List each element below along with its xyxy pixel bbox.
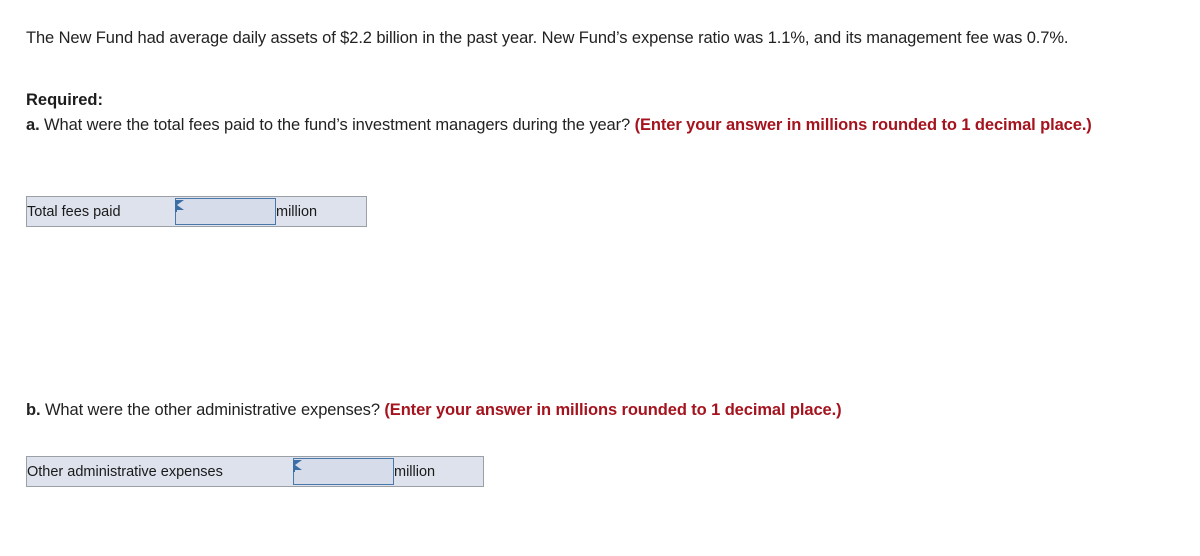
problem-statement: The New Fund had average daily assets of… <box>26 28 1069 47</box>
question-a-hint: (Enter your answer in millions rounded t… <box>634 116 1092 134</box>
problem-page: The New Fund had average daily assets of… <box>0 0 1200 556</box>
answer-table-other-administrative-expenses: Other administrative expenses million <box>26 456 484 487</box>
answer-unit-label-million: million <box>276 196 367 227</box>
table-row: Total fees paid million <box>26 196 367 227</box>
answer-unit-label-million: million <box>394 456 484 487</box>
answer-table-total-fees-paid: Total fees paid million <box>26 196 367 227</box>
input-wrapper <box>293 458 394 485</box>
question-a-letter: a. <box>26 116 40 134</box>
answer-row-label-other-administrative-expenses: Other administrative expenses <box>26 456 293 487</box>
answer-row-label-total-fees-paid: Total fees paid <box>26 196 175 227</box>
question-a: a. What were the total fees paid to the … <box>26 113 1186 138</box>
total-fees-paid-input[interactable] <box>175 198 276 225</box>
question-b: b. What were the other administrative ex… <box>26 398 1186 423</box>
question-b-hint: (Enter your answer in millions rounded t… <box>384 401 842 419</box>
table-row: Other administrative expenses million <box>26 456 484 487</box>
answer-input-cell <box>293 456 394 487</box>
question-b-letter: b. <box>26 401 41 419</box>
question-a-text: What were the total fees paid to the fun… <box>39 116 635 134</box>
input-wrapper <box>175 198 276 225</box>
other-administrative-expenses-input[interactable] <box>293 458 394 485</box>
answer-input-cell <box>175 196 276 227</box>
required-heading: Required: <box>26 91 104 109</box>
question-b-text: What were the other administrative expen… <box>40 401 385 419</box>
